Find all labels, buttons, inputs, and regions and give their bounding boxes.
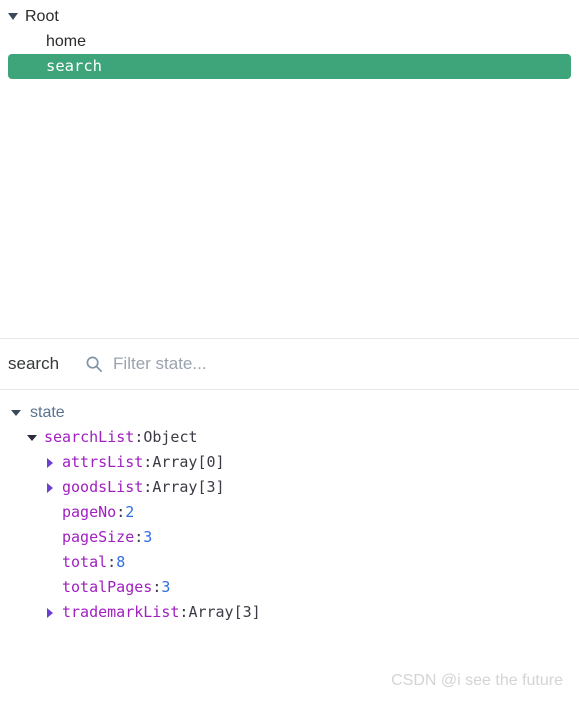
state-key: totalPages xyxy=(62,578,153,596)
action-tree-row-label: search xyxy=(46,57,102,75)
caret-down-icon[interactable] xyxy=(8,13,18,20)
caret-right-icon[interactable] xyxy=(42,457,58,468)
state-value: 3 xyxy=(161,578,171,596)
state-tree-row-searchList[interactable]: searchList: Object xyxy=(0,425,579,450)
state-tree-row-state[interactable]: state xyxy=(0,400,579,425)
state-tree-row-trademarkList[interactable]: trademarkList: Array[3] xyxy=(0,600,579,625)
state-tree-row-total[interactable]: total: 8 xyxy=(0,550,579,575)
action-tree-row-root[interactable]: Root xyxy=(0,4,579,29)
action-tree-row-label: home xyxy=(46,33,87,50)
action-tree-row-label: Root xyxy=(25,8,59,25)
state-value: Array[3] xyxy=(188,603,261,621)
action-tree-row-home[interactable]: home xyxy=(0,29,579,54)
caret-down-icon[interactable] xyxy=(24,434,40,441)
state-key: searchList xyxy=(44,428,135,446)
search-icon xyxy=(85,355,113,373)
state-tree-panel: state searchList: Object attrsList: Array[… xyxy=(0,391,579,702)
state-key: trademarkList xyxy=(62,603,180,621)
state-separator: : xyxy=(143,453,153,471)
state-separator: : xyxy=(143,478,153,496)
state-key: total xyxy=(62,553,108,571)
state-separator: : xyxy=(134,528,144,546)
state-filter-input[interactable] xyxy=(113,354,414,374)
state-tree-row-attrsList[interactable]: attrsList: Array[0] xyxy=(0,450,579,475)
state-value: Array[3] xyxy=(152,478,225,496)
caret-down-icon[interactable] xyxy=(8,409,24,416)
watermark-text: CSDN @i see the future xyxy=(391,672,563,689)
state-key: pageSize xyxy=(62,528,135,546)
state-value: 8 xyxy=(116,553,126,571)
caret-right-icon[interactable] xyxy=(42,607,58,618)
state-tree-row-goodsList[interactable]: goodsList: Array[3] xyxy=(0,475,579,500)
state-separator: : xyxy=(107,553,117,571)
state-value: 2 xyxy=(125,503,135,521)
action-tree-row-search[interactable]: search xyxy=(8,54,571,79)
state-separator: : xyxy=(116,503,126,521)
state-section-label: search xyxy=(8,354,60,373)
state-tree-row-pageNo[interactable]: pageNo: 2 xyxy=(0,500,579,525)
state-separator: : xyxy=(134,428,144,446)
state-key: goodsList xyxy=(62,478,144,496)
state-key: attrsList xyxy=(62,453,144,471)
state-tree-row-pageSize[interactable]: pageSize: 3 xyxy=(0,525,579,550)
state-value: 3 xyxy=(143,528,153,546)
state-separator: : xyxy=(152,578,162,596)
state-key: state xyxy=(30,404,65,421)
state-filter-bar: search xyxy=(0,338,579,390)
caret-right-icon[interactable] xyxy=(42,482,58,493)
state-key: pageNo xyxy=(62,503,117,521)
state-tree-row-totalPages[interactable]: totalPages: 3 xyxy=(0,575,579,600)
action-tree-panel: Root home search xyxy=(0,0,579,338)
state-value: Object xyxy=(143,428,198,446)
state-separator: : xyxy=(179,603,189,621)
state-value: Array[0] xyxy=(152,453,225,471)
